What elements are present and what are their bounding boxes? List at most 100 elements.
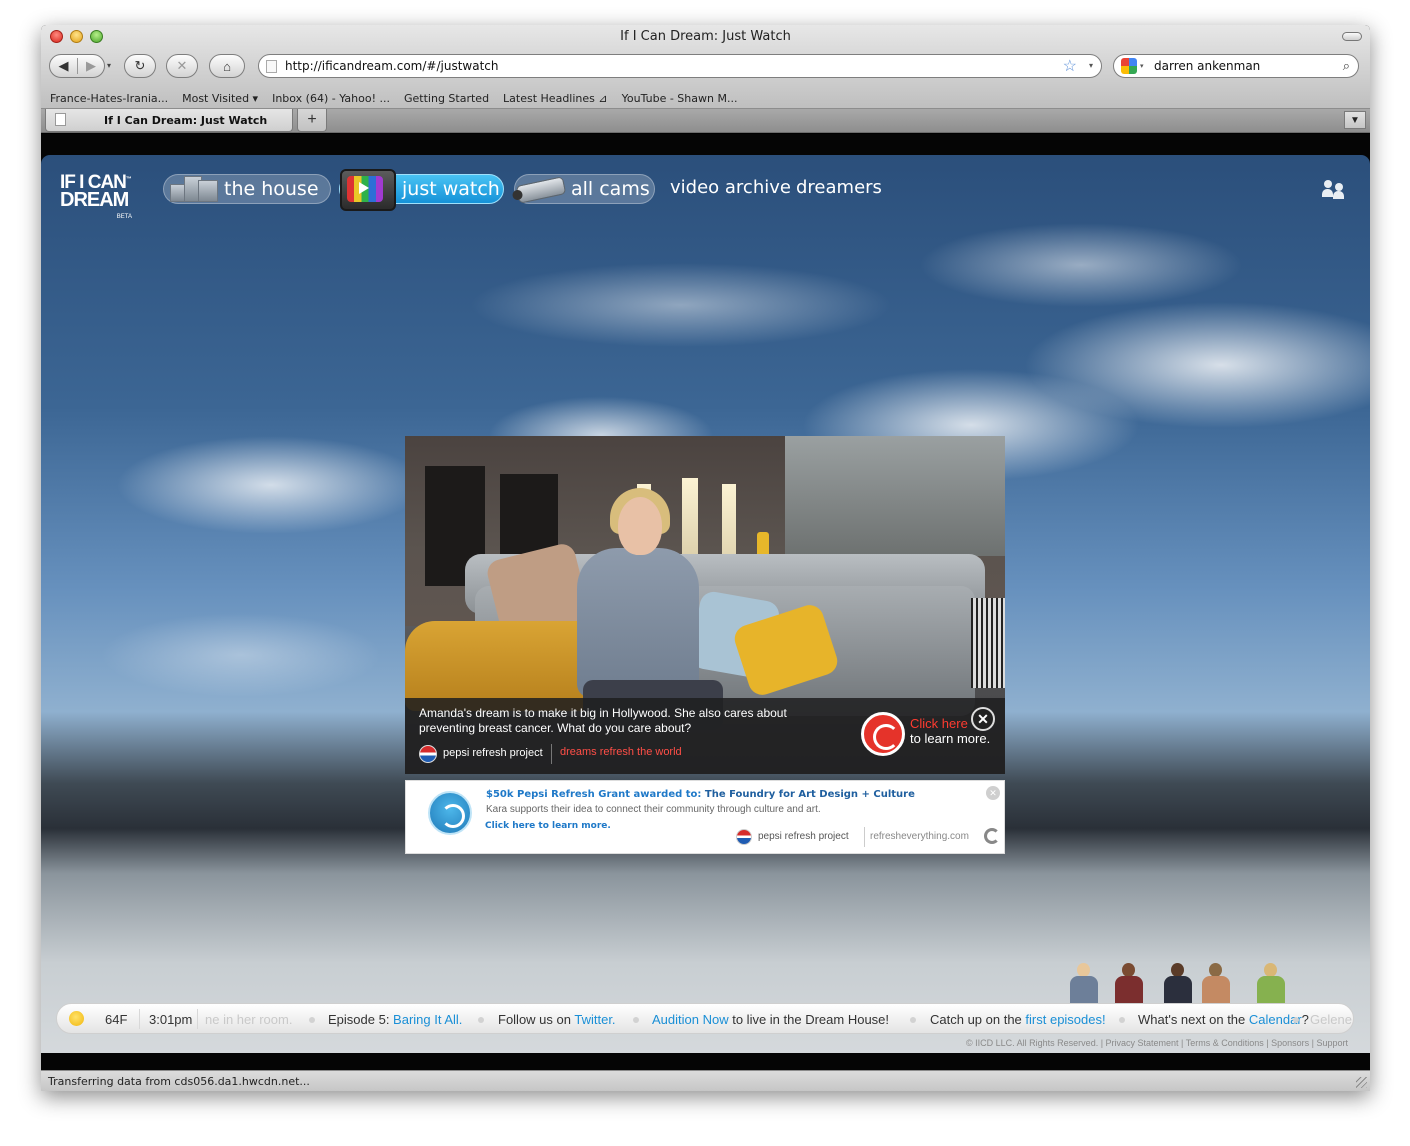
new-tab-button[interactable]: + — [297, 109, 327, 132]
back-button[interactable]: ◀ — [50, 58, 77, 74]
people-icon[interactable] — [1322, 180, 1346, 199]
episode-link[interactable]: Baring It All. — [393, 1012, 462, 1027]
nav-the-house[interactable]: the house — [163, 174, 331, 204]
page-icon — [55, 113, 66, 126]
banner-headline: $50k Pepsi Refresh Grant awarded to: The… — [486, 789, 915, 800]
first-episodes-link[interactable]: first episodes! — [1025, 1012, 1105, 1027]
weather-sun-icon — [69, 1011, 84, 1026]
site-logo[interactable]: IF I CAN™ DREAM BETA — [60, 173, 134, 220]
catchup-prefix: Catch up on the — [930, 1012, 1026, 1027]
video-caption-overlay: Amanda's dream is to make it big in Holl… — [405, 698, 1005, 774]
bookmarks-bar: France-Hates-Irania... Most Visited ▾ In… — [41, 87, 1370, 109]
banner-close-button[interactable]: ✕ — [986, 786, 1000, 800]
house-icon — [164, 174, 224, 204]
banner-site-link[interactable]: refresheverything.com — [870, 831, 969, 842]
tab-strip: If I Can Dream: Just Watch + ▼ — [41, 109, 1370, 133]
ticker-audition: Audition Now to live in the Dream House! — [652, 1012, 889, 1027]
back-forward-buttons: ◀ ▶ — [49, 54, 105, 78]
close-overlay-button[interactable]: ✕ — [971, 707, 995, 731]
address-bar: ☆ ▾ — [258, 54, 1102, 78]
nav-all-cams[interactable]: all cams — [511, 174, 655, 204]
reload-button[interactable]: ↻ — [124, 54, 156, 78]
page-content: IF I CAN™ DREAM BETA the house just watc… — [41, 134, 1370, 1070]
bookmark-item[interactable]: Inbox (64) - Yahoo! ... — [272, 92, 390, 105]
refresh-icon — [984, 828, 1000, 844]
time: 3:01pm — [149, 1012, 193, 1027]
refresh-project-icon — [428, 791, 472, 835]
news-ticker: 64F 3:01pm ne in her room. Episode 5: Ba… — [56, 1003, 1354, 1034]
history-dropdown-icon[interactable]: ▾ — [107, 61, 111, 70]
bookmark-item[interactable]: France-Hates-Irania... — [50, 92, 168, 105]
nav-just-watch[interactable]: just watch — [339, 169, 504, 211]
search-input[interactable] — [1154, 57, 1334, 75]
status-bar: Transferring data from cds056.da1.hwcdn.… — [41, 1070, 1370, 1091]
tab-label: If I Can Dream: Just Watch — [104, 114, 268, 127]
nav-just-watch-label: just watch — [402, 178, 500, 200]
google-icon[interactable] — [1121, 58, 1137, 74]
banner-learn-more-link[interactable]: Click here to learn more. — [485, 821, 611, 831]
caption-text: Amanda's dream is to make it big in Holl… — [419, 706, 787, 735]
page-icon — [266, 60, 277, 73]
ticker-whats-next: What's next on the Calendar? — [1138, 1012, 1309, 1027]
follow-prefix: Follow us on — [498, 1012, 575, 1027]
nav-dreamers[interactable]: dreamers — [796, 177, 882, 198]
site-stage: IF I CAN™ DREAM BETA the house just watc… — [41, 155, 1370, 1053]
camera-icon — [511, 176, 567, 204]
site-footer[interactable]: © IICD LLC. All Rights Reserved. | Priva… — [966, 1038, 1348, 1048]
whats-next-suffix: ? — [1301, 1012, 1309, 1027]
pepsi-logo-icon — [419, 745, 437, 763]
pepsi-logo-icon — [736, 829, 752, 845]
title-bar: If I Can Dream: Just Watch ◀ ▶ ▾ ↻ ✕ ⌂ ☆… — [41, 25, 1370, 109]
logo-line2: DREAM — [60, 189, 129, 212]
audition-suffix: to live in the Dream House! — [728, 1012, 890, 1027]
bookmark-item[interactable]: Most Visited ▾ — [182, 92, 258, 105]
banner-prize: $50k Pepsi Refresh Grant awarded to: — [486, 789, 702, 800]
video-player[interactable]: Amanda's dream is to make it big in Holl… — [405, 436, 1005, 774]
list-all-tabs-button[interactable]: ▼ — [1344, 111, 1366, 129]
learn-more-text[interactable]: to learn more. — [910, 731, 990, 746]
resize-grip-icon[interactable] — [1356, 1077, 1367, 1088]
temperature: 64F — [105, 1012, 128, 1027]
twitter-link[interactable]: Twitter. — [574, 1012, 615, 1027]
ticker-status: ne in her room. — [205, 1012, 293, 1027]
nav-video-archive[interactable]: video archive — [670, 177, 791, 198]
banner-winner[interactable]: The Foundry for Art Design + Culture — [705, 789, 915, 800]
ticker-catchup: Catch up on the first episodes! — [930, 1012, 1106, 1027]
audition-link[interactable]: Audition Now — [652, 1012, 729, 1027]
nav-all-cams-label: all cams — [571, 178, 650, 200]
home-button[interactable]: ⌂ — [209, 54, 245, 78]
nav-the-house-label: the house — [224, 178, 319, 200]
search-icon[interactable]: ⌕ — [1343, 58, 1350, 74]
bookmark-item[interactable]: Getting Started — [404, 92, 489, 105]
stop-button[interactable]: ✕ — [166, 54, 198, 78]
refresh-project-icon[interactable] — [861, 712, 905, 756]
tab-active[interactable]: If I Can Dream: Just Watch — [45, 109, 293, 132]
search-engine-dropdown-icon[interactable]: ▾ — [1140, 62, 1144, 70]
url-dropdown-icon[interactable]: ▾ — [1089, 61, 1093, 70]
bookmark-item[interactable]: YouTube - Shawn M... — [622, 92, 738, 105]
url-input[interactable] — [285, 57, 1065, 75]
episode-prefix: Episode 5: — [328, 1012, 394, 1027]
banner-sponsor-name: pepsi refresh project — [758, 831, 849, 842]
click-here-link[interactable]: Click here — [910, 716, 968, 731]
forward-button[interactable]: ▶ — [76, 58, 104, 74]
sponsor-name: pepsi refresh project — [443, 747, 543, 759]
ticker-follow: Follow us on Twitter. — [498, 1012, 616, 1027]
banner-description: Kara supports their idea to connect thei… — [486, 804, 821, 815]
tv-icon — [340, 169, 396, 211]
whats-next-prefix: What's next — [1138, 1012, 1210, 1027]
sponsor-tagline: dreams refresh the world — [560, 746, 682, 758]
ticker-episode: Episode 5: Baring It All. — [328, 1012, 462, 1027]
browser-window: If I Can Dream: Just Watch ◀ ▶ ▾ ↻ ✕ ⌂ ☆… — [41, 25, 1370, 1091]
bookmark-star-icon[interactable]: ☆ — [1063, 56, 1077, 76]
toolbar-toggle-button[interactable] — [1342, 32, 1362, 41]
logo-tm: ™ — [125, 176, 132, 183]
logo-beta: BETA — [116, 213, 132, 220]
whats-next-on: on the — [1209, 1012, 1249, 1027]
bookmark-item[interactable]: Latest Headlines ⊿ — [503, 92, 608, 105]
search-bar: ▾ ⌕ — [1113, 54, 1359, 78]
window-title: If I Can Dream: Just Watch — [620, 29, 791, 44]
sponsor-banner[interactable]: $50k Pepsi Refresh Grant awarded to: The… — [405, 780, 1005, 854]
ticker-trailing: Gelene — [1310, 1012, 1352, 1027]
status-text: Transferring data from cds056.da1.hwcdn.… — [48, 1075, 310, 1088]
